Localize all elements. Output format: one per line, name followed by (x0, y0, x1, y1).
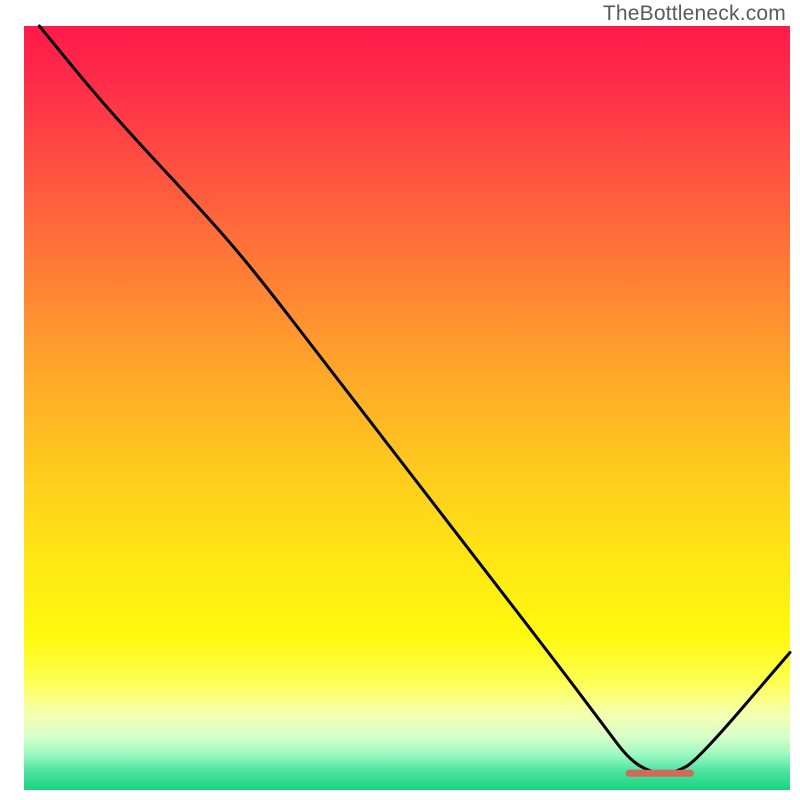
bottleneck-chart (0, 0, 800, 800)
watermark-text: TheBottleneck.com (603, 2, 786, 26)
